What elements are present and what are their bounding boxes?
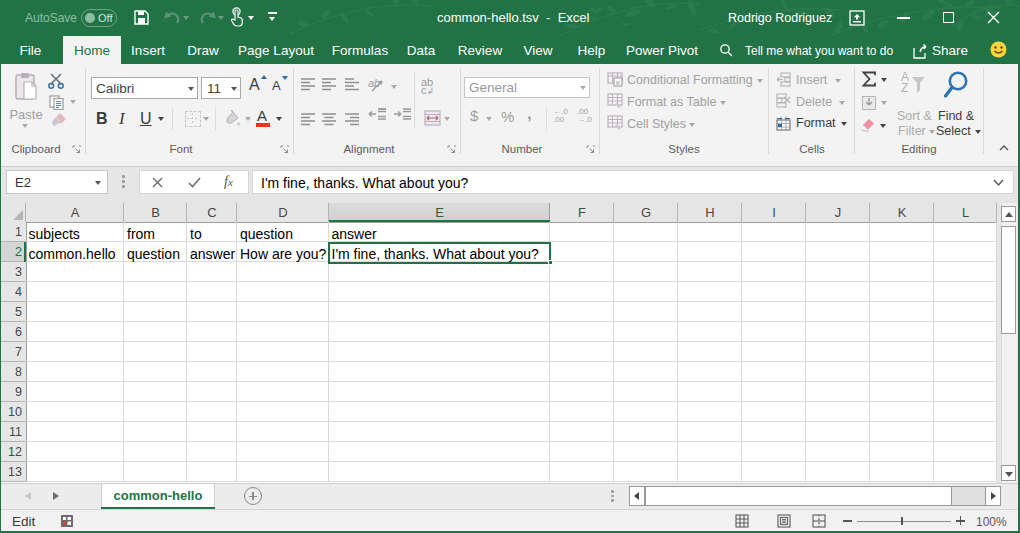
svg-text:ab: ab: [368, 77, 380, 89]
